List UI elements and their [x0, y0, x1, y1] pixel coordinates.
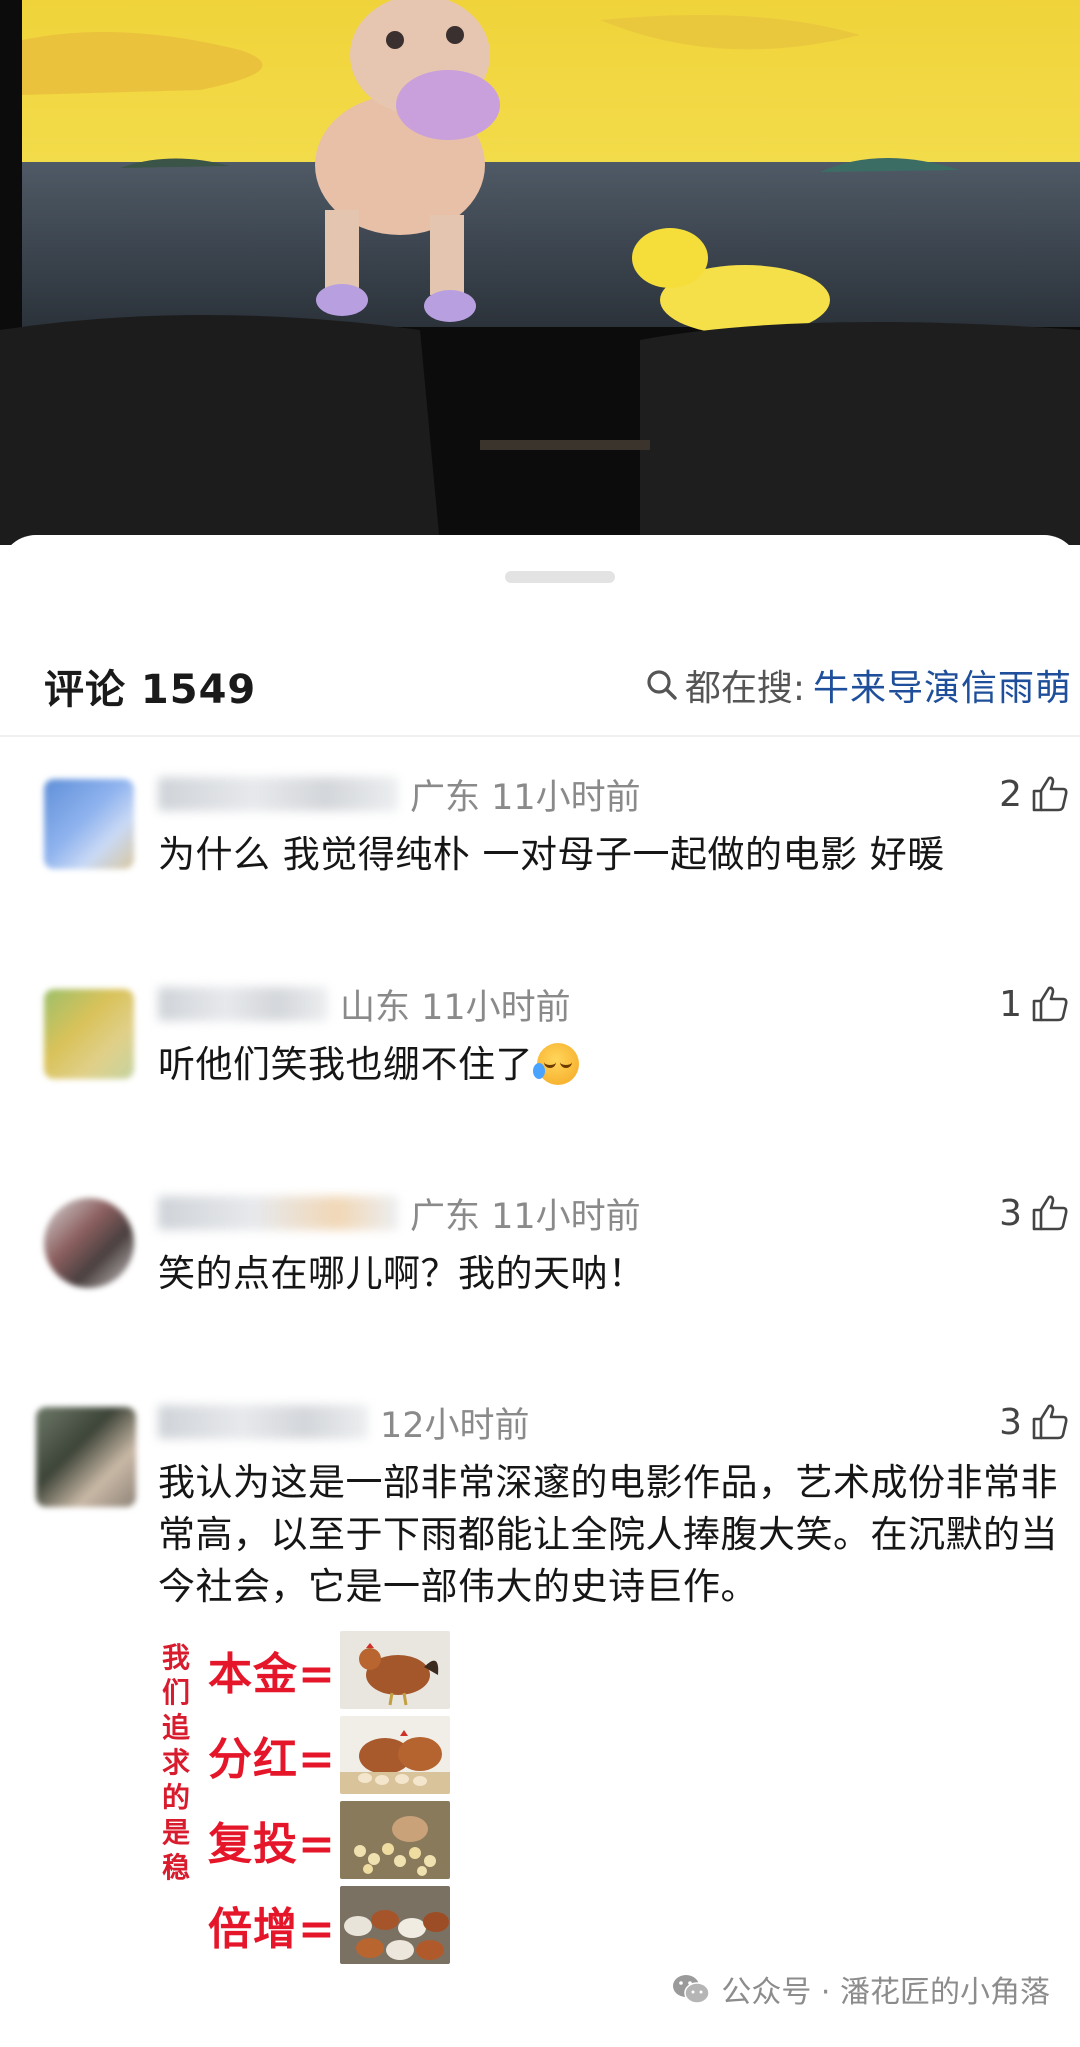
search-term-link[interactable]: 牛来导演信雨萌	[813, 659, 1072, 711]
meme-row: 分红=	[208, 1715, 450, 1795]
like-count: 3	[999, 1401, 1022, 1443]
like-count: 2	[999, 773, 1022, 815]
avatar[interactable]	[44, 1198, 134, 1288]
comment-location-time: 广东 11小时前	[410, 777, 641, 818]
comment-image[interactable]: 我们追求的是稳 本金= 分红= 复投= 倍增=	[158, 1630, 488, 1970]
avatar[interactable]	[36, 1407, 136, 1507]
comment-meta: 广东 11小时前	[158, 1190, 641, 1237]
like-button[interactable]: 2	[999, 771, 1070, 817]
comment-meta: 广东 11小时前	[158, 771, 641, 818]
thumbs-up-icon	[1032, 776, 1068, 812]
comments-sheet: 评论 1549 都在搜: 牛来导演信雨萌 广东 11小时前 2 为什么 我觉得纯…	[0, 535, 1080, 2047]
comment-item: 山东 11小时前 1 听他们笑我也绷不住了	[0, 981, 1080, 1101]
avatar[interactable]	[44, 779, 134, 869]
comment-text: 听他们笑我也绷不住了	[158, 1039, 1078, 1091]
comment-text: 为什么 我觉得纯朴 一对母子一起做的电影 好暖	[158, 833, 945, 876]
username[interactable]	[158, 1405, 368, 1439]
meme-row: 复投=	[208, 1800, 450, 1880]
meme-label: 复投=	[208, 1819, 336, 1870]
comment-text-content: 听他们笑我也绷不住了	[158, 1043, 533, 1086]
wechat-icon	[673, 1975, 711, 2004]
comment-item: 广东 11小时前 3 笑的点在哪儿啊？我的天呐！	[0, 1190, 1080, 1310]
chicks-photo	[340, 1801, 450, 1879]
meme-side-text: 我们追求的是稳	[161, 1641, 190, 1884]
meme-row: 本金=	[208, 1630, 450, 1710]
avatar[interactable]	[44, 989, 134, 1079]
comments-header: 评论 1549 都在搜: 牛来导演信雨萌	[0, 645, 1080, 725]
thumbs-up-icon	[1032, 986, 1068, 1022]
crying-laughing-emoji-icon	[533, 1043, 579, 1085]
comment-text: 我认为这是一部非常深邃的电影作品，艺术成份非常非常高，以至于下雨都能让全院人捧腹…	[158, 1461, 1058, 1608]
comment-text: 笑的点在哪儿啊？我的天呐！	[158, 1252, 646, 1295]
comment-meta: 12小时前	[158, 1399, 530, 1446]
comment-item: 广东 11小时前 2 为什么 我觉得纯朴 一对母子一起做的电影 好暖	[0, 771, 1080, 891]
watermark: 公众号 · 潘花匠的小角落	[671, 1967, 1050, 2011]
search-icon	[647, 670, 677, 700]
like-count: 3	[999, 1192, 1022, 1234]
comment-time: 12小时前	[380, 1405, 530, 1446]
meme-row: 倍增=	[208, 1885, 450, 1965]
comments-title: 评论 1549	[44, 667, 257, 713]
username[interactable]	[158, 987, 328, 1021]
comment-meta: 山东 11小时前	[158, 981, 571, 1028]
flock-photo	[340, 1886, 450, 1964]
meme-label: 本金=	[208, 1649, 336, 1700]
video-frame	[0, 0, 1080, 545]
comment-location-time: 山东 11小时前	[340, 987, 571, 1028]
like-button[interactable]: 3	[999, 1190, 1070, 1236]
hen-with-eggs-photo	[340, 1716, 450, 1794]
hen-photo	[340, 1631, 450, 1709]
trending-search[interactable]: 都在搜: 牛来导演信雨萌	[645, 659, 1072, 711]
thumbs-up-icon	[1032, 1404, 1068, 1440]
search-label: 都在搜:	[684, 668, 805, 709]
watermark-text: 公众号 · 潘花匠的小角落	[721, 1975, 1050, 2010]
like-button[interactable]: 3	[999, 1399, 1070, 1445]
meme-label: 倍增=	[208, 1904, 336, 1955]
video-player[interactable]	[0, 0, 1080, 545]
thumbs-up-icon	[1032, 1195, 1068, 1231]
divider	[0, 735, 1080, 737]
meme-label: 分红=	[208, 1734, 336, 1785]
username[interactable]	[158, 777, 398, 811]
like-button[interactable]: 1	[999, 981, 1070, 1027]
comment-location-time: 广东 11小时前	[410, 1196, 641, 1237]
drag-handle[interactable]	[505, 571, 615, 583]
username[interactable]	[158, 1196, 398, 1230]
like-count: 1	[999, 983, 1022, 1025]
